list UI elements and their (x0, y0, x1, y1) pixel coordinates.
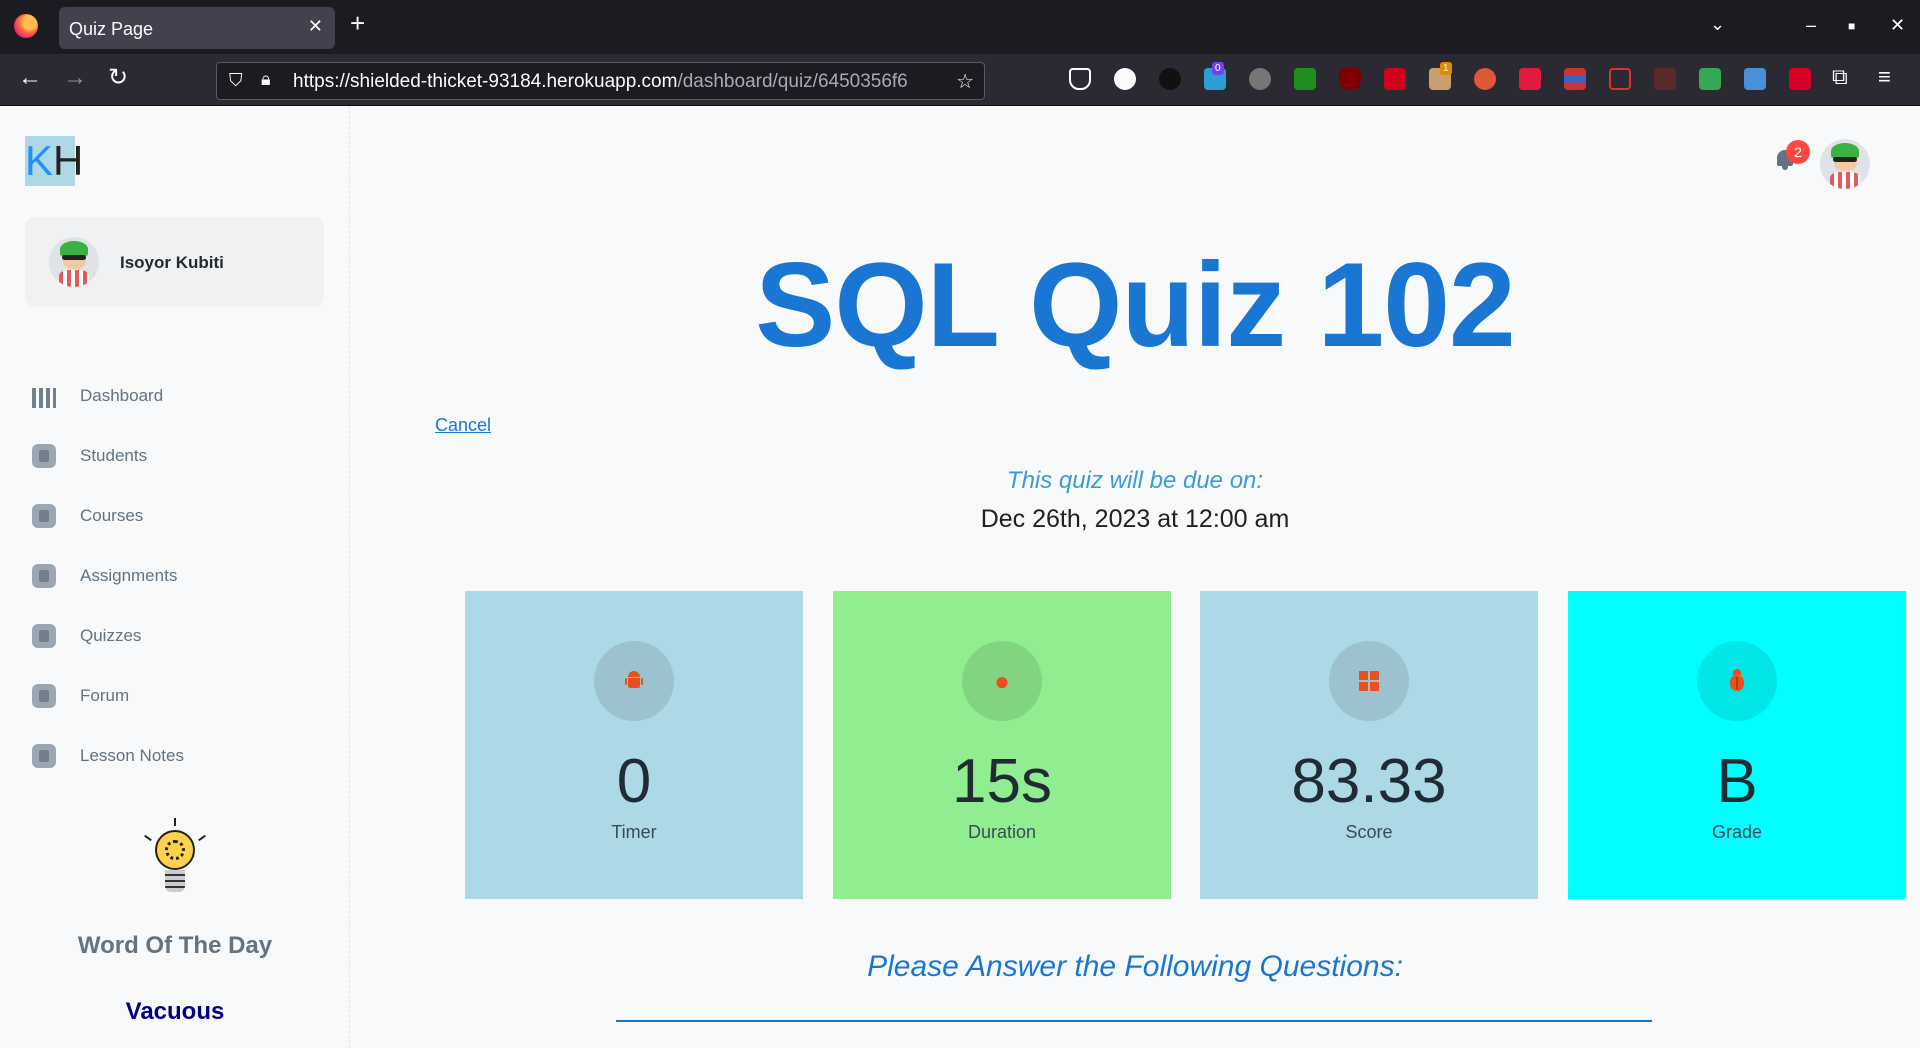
sidebar-item-forum[interactable]: Forum (30, 676, 320, 716)
ublock-icon[interactable] (1339, 68, 1361, 90)
sidebar-item-label: Forum (80, 686, 130, 705)
card-label: Duration (967, 822, 1037, 842)
android-icon (625, 671, 643, 689)
back-arrow-icon[interactable]: ← (18, 66, 42, 90)
sidebar-item-courses[interactable]: Courses (30, 496, 320, 536)
card-icon-circle (1697, 641, 1777, 721)
chart-icon (32, 384, 56, 408)
info-extension-icon[interactable] (1114, 68, 1136, 90)
sidebar-item-quizzes[interactable]: Quizzes (30, 616, 320, 656)
url-path: /dashboard/quiz/6450356f6 (677, 71, 908, 92)
windows-icon (1359, 671, 1379, 691)
minimize-icon[interactable]: – (1806, 15, 1816, 36)
lock-icon[interactable]: 🔒︎ (261, 69, 271, 90)
download-extension-icon[interactable] (1789, 68, 1811, 90)
sidebar-item-label: Students (80, 446, 148, 465)
new-tab-icon[interactable]: + (350, 10, 365, 36)
card-value: 83.33 (1291, 747, 1447, 816)
maximize-icon[interactable]: ■ (1848, 19, 1855, 33)
person-icon (32, 684, 56, 708)
lightbulb-icon (144, 818, 206, 896)
browser-tab-bar: Quiz Page ✕ + ⌄ – ■ ✕ (0, 0, 1920, 54)
sidebar-item-dashboard[interactable]: Dashboard (30, 376, 320, 416)
card-label: Grade (1711, 822, 1763, 842)
duckduckgo-icon[interactable] (1474, 68, 1496, 90)
extension-badge: 0 (1212, 62, 1224, 75)
divider (616, 1020, 1652, 1022)
tab-title: Quiz Page (69, 19, 154, 39)
duration-card: ● 15s Duration (833, 591, 1171, 899)
url-host: https://shielded-thicket-93184.herokuapp… (293, 71, 678, 92)
card-icon-circle (1329, 641, 1409, 721)
card-icon-circle: ● (962, 641, 1042, 721)
sidebar-item-label: Quizzes (80, 626, 142, 645)
sidebar-item-students[interactable]: Students (30, 436, 320, 476)
questions-heading: Please Answer the Following Questions: (867, 950, 1403, 983)
extension-badge: 1 (1440, 62, 1452, 75)
hd-extension-icon[interactable] (1609, 68, 1631, 90)
due-label: This quiz will be due on: (1006, 467, 1264, 494)
logo-letter-h: H (53, 137, 84, 184)
hamburger-menu-icon[interactable]: ≡ (1878, 66, 1891, 88)
page-title: SQL Quiz 102 (755, 238, 1515, 372)
lock-extension-icon[interactable] (1519, 68, 1541, 90)
person-icon (32, 444, 56, 468)
download-extension-icon[interactable] (1294, 68, 1316, 90)
extension-icon[interactable] (1699, 68, 1721, 90)
logo[interactable]: KH (25, 136, 83, 186)
reload-icon[interactable]: ↻ (108, 66, 128, 90)
document-icon (32, 504, 56, 528)
card-value: B (1716, 747, 1758, 816)
pocket-icon[interactable] (1069, 68, 1091, 90)
close-window-icon[interactable]: ✕ (1890, 15, 1905, 36)
cancel-link[interactable]: Cancel (435, 415, 491, 436)
grade-card: B Grade (1568, 591, 1906, 899)
url-text[interactable]: https://shielded-thicket-93184.herokuapp… (293, 71, 943, 93)
logo-letter-k: K (25, 137, 54, 184)
apple-icon: ● (994, 666, 1010, 696)
document-icon (32, 744, 56, 768)
sidebar-item-assignments[interactable]: Assignments (30, 556, 320, 596)
card-label: Timer (611, 822, 657, 842)
extension-icon[interactable] (1654, 68, 1676, 90)
extension-icon[interactable] (1249, 68, 1271, 90)
bookmark-star-icon[interactable]: ☆ (956, 69, 974, 94)
chevron-down-icon[interactable]: ⌄ (1710, 14, 1725, 35)
url-bar[interactable]: ⛉ 🔒︎ https://shielded-thicket-93184.hero… (216, 62, 985, 100)
avatar (49, 237, 99, 287)
card-icon-circle (594, 641, 674, 721)
user-card[interactable]: Isoyor Kubiti (25, 217, 324, 307)
document-icon (32, 624, 56, 648)
sidebar-item-label: Lesson Notes (80, 746, 184, 765)
user-name: Isoyor Kubiti (120, 253, 224, 272)
sidebar-item-lesson-notes[interactable]: Lesson Notes (30, 736, 320, 776)
sidebar-item-label: Assignments (80, 566, 178, 585)
extension-icon[interactable] (1384, 68, 1406, 90)
card-label: Score (1345, 822, 1393, 842)
extension-icon[interactable] (1564, 68, 1586, 90)
camera-extension-icon[interactable] (1744, 68, 1766, 90)
card-value: 15s (952, 747, 1052, 816)
score-card: 83.33 Score (1200, 591, 1538, 899)
word-of-day-title: Word Of The Day (77, 932, 273, 959)
document-icon (32, 564, 56, 588)
bug-icon (1728, 669, 1746, 691)
browser-nav-bar: ← → ↻ ⛉ 🔒︎ https://shielded-thicket-9318… (0, 54, 1920, 106)
due-date: Dec 26th, 2023 at 12:00 am (980, 505, 1290, 533)
sidebar: KH Isoyor Kubiti Dashboard Students Cour… (0, 106, 350, 1048)
notification-badge: 2 (1786, 140, 1810, 164)
timer-card: 0 Timer (465, 591, 803, 899)
firefox-icon (14, 14, 38, 38)
sidebar-item-label: Dashboard (80, 386, 164, 405)
close-tab-icon[interactable]: ✕ (308, 16, 323, 37)
gnome-extension-icon[interactable] (1159, 68, 1181, 90)
sidebar-item-label: Courses (80, 506, 144, 525)
word-of-day: Vacuous (125, 998, 225, 1025)
puzzle-icon[interactable]: ⧉ (1832, 66, 1848, 88)
shield-icon[interactable]: ⛉ (229, 70, 243, 91)
card-value: 0 (616, 747, 652, 816)
browser-tab[interactable]: Quiz Page ✕ (59, 7, 335, 49)
forward-arrow-icon[interactable]: → (63, 66, 87, 90)
account-avatar[interactable] (1820, 139, 1870, 189)
